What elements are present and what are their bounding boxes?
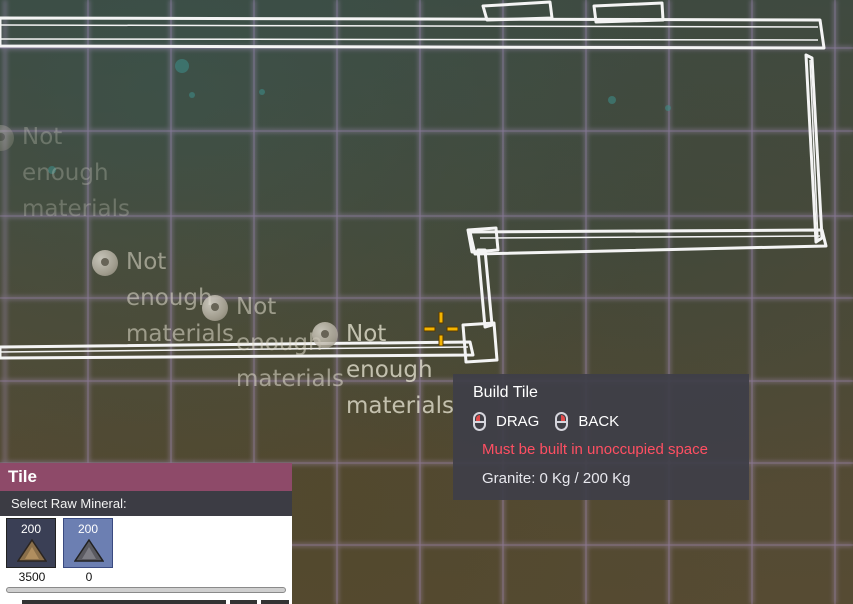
panel-divider xyxy=(230,600,257,604)
build-material-panel: Tile Select Raw Mineral: 200 3500 200 0 xyxy=(0,463,292,604)
drag-hint: DRAG xyxy=(496,413,540,430)
material-tile[interactable]: 200 xyxy=(6,518,56,568)
raw-mineral-icon xyxy=(92,250,118,276)
placement-error: Must be built in unoccupied space xyxy=(482,441,708,458)
build-cursor-icon xyxy=(424,312,458,346)
tooltip-title: Build Tile xyxy=(473,384,538,401)
panel-title: Tile xyxy=(0,463,292,491)
material-stock: 0 xyxy=(85,570,93,584)
placement-warning: Not enough materials xyxy=(0,119,152,227)
horizontal-scrollbar[interactable] xyxy=(6,587,286,593)
raw-mineral-icon xyxy=(202,295,228,321)
left-mouse-icon xyxy=(473,412,486,431)
material-option-sandstone[interactable]: 200 3500 xyxy=(6,518,58,584)
material-stock: 3500 xyxy=(18,570,46,584)
raw-mineral-icon xyxy=(312,322,338,348)
panel-divider xyxy=(22,600,226,604)
material-list: 200 3500 200 0 xyxy=(0,516,292,604)
material-amount: 200 xyxy=(20,522,42,536)
material-tile[interactable]: 200 xyxy=(63,518,113,568)
tooltip-controls: DRAG BACK xyxy=(473,412,635,431)
back-hint: BACK xyxy=(578,413,620,430)
panel-subtitle: Select Raw Mineral: xyxy=(0,491,292,516)
build-tooltip: Build Tile DRAG BACK Must be built in un… xyxy=(453,374,749,500)
granite-icon xyxy=(74,539,104,562)
material-option-granite[interactable]: 200 0 xyxy=(63,518,115,584)
panel-divider xyxy=(261,600,289,604)
raw-mineral-icon xyxy=(0,125,14,151)
material-cost: Granite: 0 Kg / 200 Kg xyxy=(482,470,631,487)
material-amount: 200 xyxy=(77,522,99,536)
right-mouse-icon xyxy=(555,412,569,431)
sandstone-icon xyxy=(17,539,47,562)
